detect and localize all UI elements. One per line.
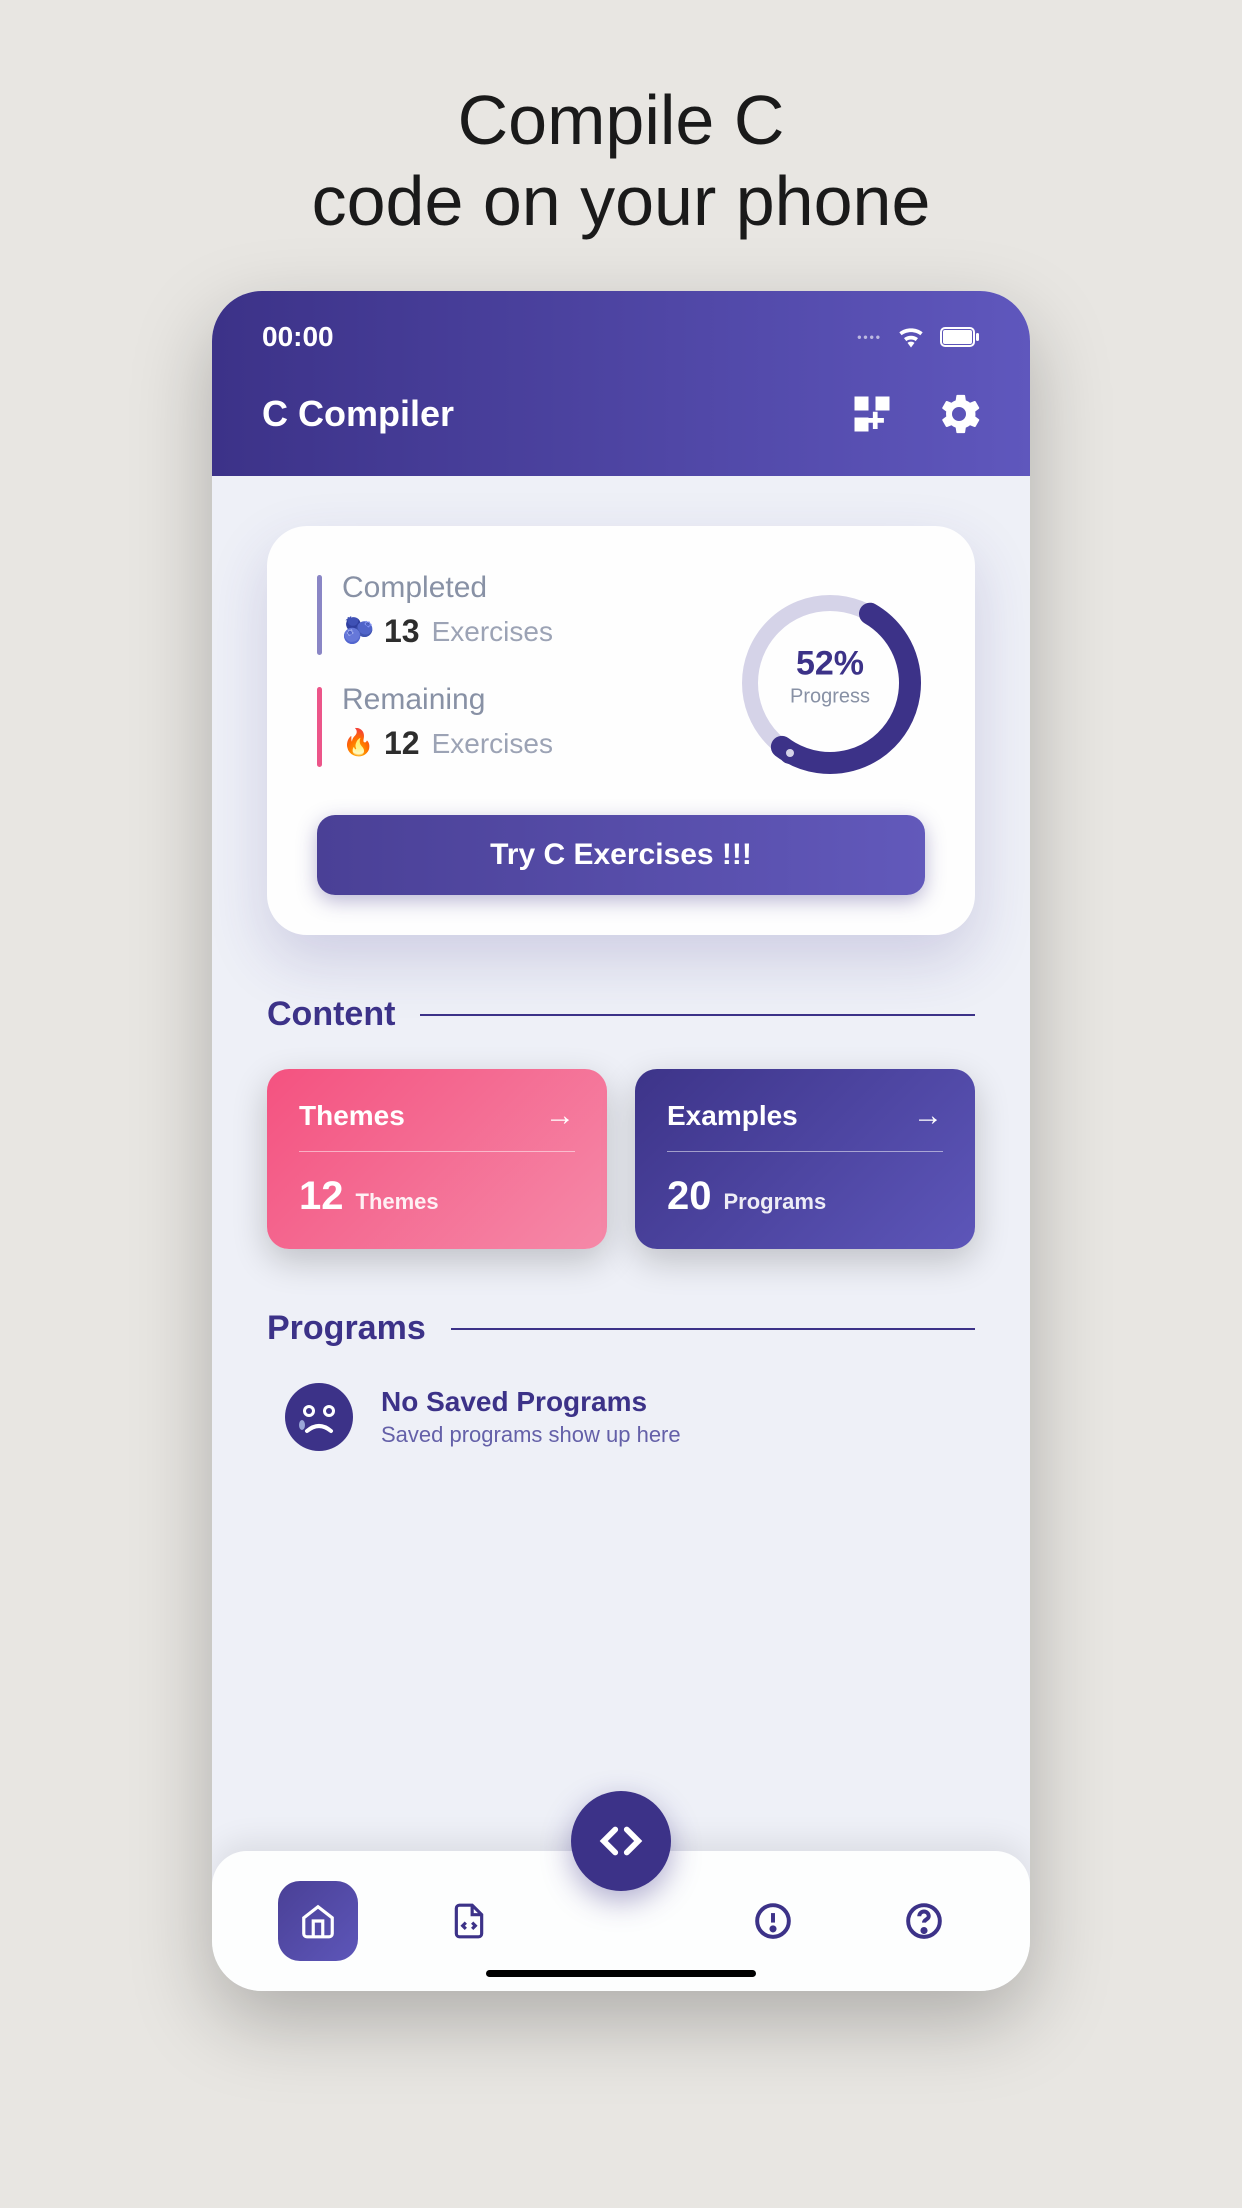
promo-line2: code on your phone [312, 161, 931, 242]
progress-label: Progress [790, 686, 870, 709]
themes-tile[interactable]: Themes → 12 Themes [267, 1069, 607, 1249]
status-bar: 00:00 •••• [262, 321, 980, 353]
promo-heading: Compile C code on your phone [312, 80, 931, 241]
status-time: 00:00 [262, 321, 334, 353]
wifi-icon [897, 326, 925, 348]
grid-add-icon[interactable] [851, 393, 893, 435]
divider [451, 1328, 975, 1330]
empty-subtitle: Saved programs show up here [381, 1422, 681, 1448]
home-icon [299, 1902, 337, 1940]
remaining-num: 12 [384, 725, 420, 762]
phone-frame: 00:00 •••• C Compiler Comple [212, 291, 1030, 1991]
examples-tile[interactable]: Examples → 20 Programs [635, 1069, 975, 1249]
progress-percent: 52% [790, 645, 870, 684]
completed-unit: Exercises [432, 616, 553, 648]
code-file-icon [450, 1902, 488, 1940]
try-exercises-button[interactable]: Try C Exercises !!! [317, 815, 925, 895]
gear-icon[interactable] [938, 393, 980, 435]
empty-state: No Saved Programs Saved programs show up… [267, 1383, 975, 1451]
status-right: •••• [857, 326, 980, 348]
completed-stat: Completed 🫐 13 Exercises [317, 571, 735, 655]
divider [420, 1014, 975, 1016]
programs-section-header: Programs [267, 1309, 975, 1348]
remaining-unit: Exercises [432, 728, 553, 760]
empty-title: No Saved Programs [381, 1386, 681, 1418]
fire-icon: 🔥 [342, 729, 372, 759]
alert-icon [754, 1902, 792, 1940]
examples-unit: Programs [724, 1189, 827, 1215]
nav-alert[interactable] [733, 1881, 813, 1961]
pot-icon: 🫐 [342, 617, 372, 647]
cellular-icon: •••• [857, 330, 882, 344]
nav-help[interactable] [884, 1881, 964, 1961]
promo-line1: Compile C [312, 80, 931, 161]
themes-title: Themes [299, 1100, 405, 1132]
completed-label: Completed [342, 571, 553, 605]
sad-face-icon [285, 1383, 353, 1451]
examples-num: 20 [667, 1174, 712, 1219]
progress-card: Completed 🫐 13 Exercises Remaining [267, 526, 975, 935]
content-section-header: Content [267, 995, 975, 1034]
themes-num: 12 [299, 1174, 344, 1219]
app-title: C Compiler [262, 393, 454, 435]
battery-icon [940, 327, 980, 347]
arrow-right-icon: → [545, 1099, 575, 1133]
home-indicator [486, 1970, 756, 1977]
examples-title: Examples [667, 1100, 798, 1132]
remaining-bar [317, 687, 322, 767]
app-header-bar: 00:00 •••• C Compiler [212, 291, 1030, 476]
remaining-stat: Remaining 🔥 12 Exercises [317, 683, 735, 767]
nav-code-file[interactable] [429, 1881, 509, 1961]
progress-ring: 52% Progress [735, 588, 925, 778]
completed-num: 13 [384, 613, 420, 650]
completed-bar [317, 575, 322, 655]
arrow-right-icon: → [913, 1099, 943, 1133]
programs-title: Programs [267, 1309, 426, 1348]
themes-unit: Themes [356, 1189, 439, 1215]
content-title: Content [267, 995, 395, 1034]
help-icon [905, 1902, 943, 1940]
code-fab-button[interactable] [571, 1791, 671, 1891]
nav-home[interactable] [278, 1881, 358, 1961]
remaining-label: Remaining [342, 683, 553, 717]
